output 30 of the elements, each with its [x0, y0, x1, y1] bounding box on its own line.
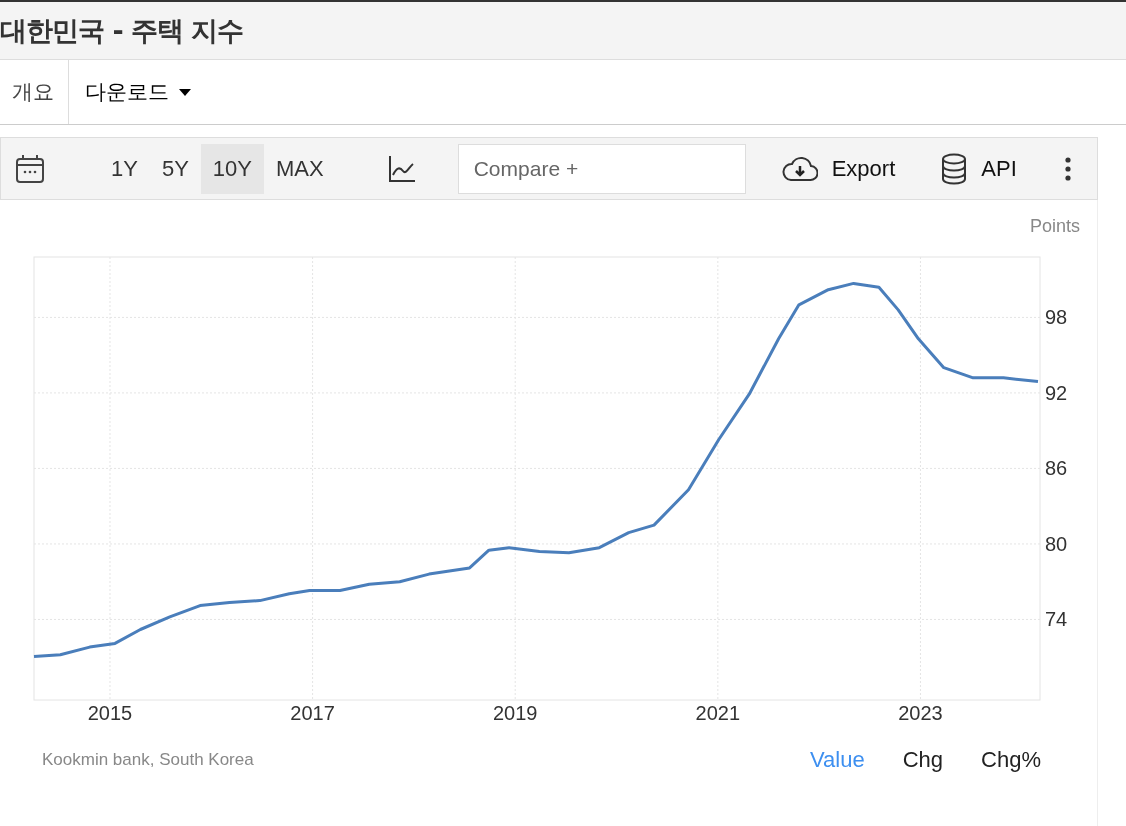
api-button[interactable]: API: [941, 152, 1017, 185]
source-text: Kookmin bank, South Korea: [42, 750, 255, 770]
axis-unit-label: Points: [1029, 216, 1080, 236]
y-axis-label: 98: [1045, 306, 1068, 329]
caret-icon: [179, 88, 191, 96]
range-button[interactable]: MAX: [264, 143, 336, 194]
compare-input-field[interactable]: Compare +: [457, 143, 746, 194]
y-axis-label: 86: [1045, 457, 1068, 480]
export-button[interactable]: Export: [781, 155, 896, 182]
y-axis-label: 74: [1045, 608, 1068, 631]
x-axis-label: 2023: [898, 702, 943, 724]
download-dropdown[interactable]: 다운로드: [69, 60, 207, 124]
x-axis-label: 2019: [492, 702, 538, 724]
range-button[interactable]: 1Y: [99, 143, 150, 194]
range-button[interactable]: 10Y: [200, 143, 264, 194]
line-chart-icon[interactable]: [387, 154, 416, 183]
x-axis-label: 2021: [695, 702, 741, 724]
y-axis-label: 80: [1045, 532, 1068, 555]
x-axis-label: 2017: [290, 702, 335, 724]
database-icon: [941, 152, 968, 185]
overview-tab[interactable]: 개요: [0, 60, 69, 124]
range-button[interactable]: 5Y: [149, 143, 201, 194]
y-axis-label: 92: [1045, 381, 1068, 404]
view-tab[interactable]: Chg%: [981, 747, 1041, 773]
view-tab[interactable]: Chg: [902, 747, 944, 773]
x-axis-label: 2015: [87, 702, 133, 724]
calendar-icon[interactable]: [15, 153, 45, 184]
page-title: 대한민국 - 주택 지수: [0, 13, 244, 48]
cloud-download-icon: [781, 155, 818, 182]
more-options-icon[interactable]: [1065, 156, 1071, 181]
